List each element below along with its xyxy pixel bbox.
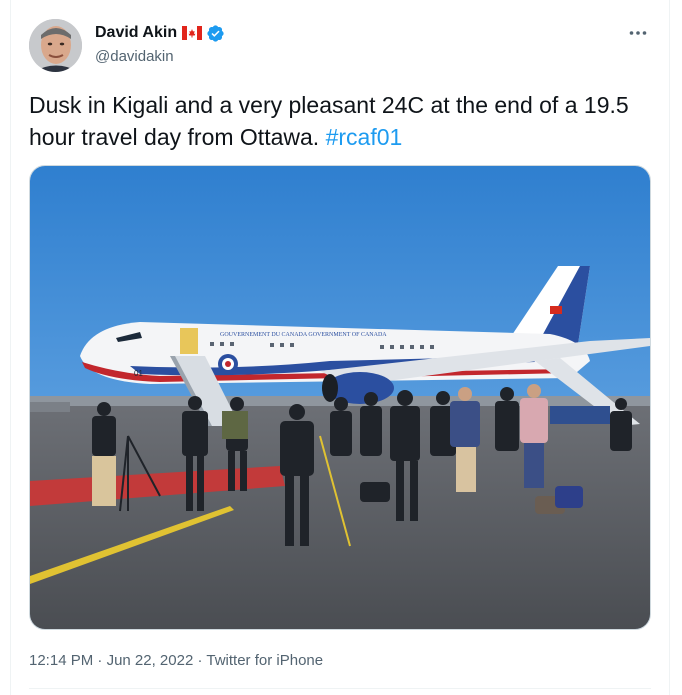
avatar[interactable] [29, 19, 82, 72]
timeline-border-right [669, 0, 670, 695]
tweet-time[interactable]: 12:14 PM [29, 652, 93, 669]
avatar-photo [29, 19, 82, 72]
tweet-date[interactable]: Jun 22, 2022 [107, 652, 194, 669]
verified-badge-icon [206, 24, 225, 43]
divider [29, 688, 651, 689]
tweet-source[interactable]: Twitter for iPhone [206, 652, 323, 669]
author-name[interactable]: David Akin [95, 24, 177, 42]
aircraft-number: 01 [134, 369, 143, 378]
hashtag-link[interactable]: #rcaf01 [326, 124, 403, 150]
meta-separator-1: · [93, 652, 107, 669]
airport-tarmac-photo: GOUVERNEMENT DU CANADA GOVERNMENT OF CAN… [30, 166, 650, 629]
more-dots-icon [629, 31, 647, 35]
tweet: David Akin @davidakin Dusk in Kigali and… [29, 0, 651, 695]
tweet-metadata: 12:14 PM · Jun 22, 2022 · Twitter for iP… [29, 652, 323, 669]
timeline-border-left [10, 0, 11, 695]
tweet-photo[interactable]: GOUVERNEMENT DU CANADA GOVERNMENT OF CAN… [29, 165, 651, 630]
author-handle[interactable]: @davidakin [95, 48, 225, 65]
canada-flag-icon [182, 26, 203, 40]
more-options-button[interactable] [625, 22, 651, 44]
aircraft-livery-text: GOUVERNEMENT DU CANADA GOVERNMENT OF CAN… [220, 332, 387, 338]
tweet-text: Dusk in Kigali and a very pleasant 24C a… [29, 89, 651, 153]
meta-separator-2: · [193, 652, 207, 669]
author-info: David Akin @davidakin [95, 23, 225, 65]
